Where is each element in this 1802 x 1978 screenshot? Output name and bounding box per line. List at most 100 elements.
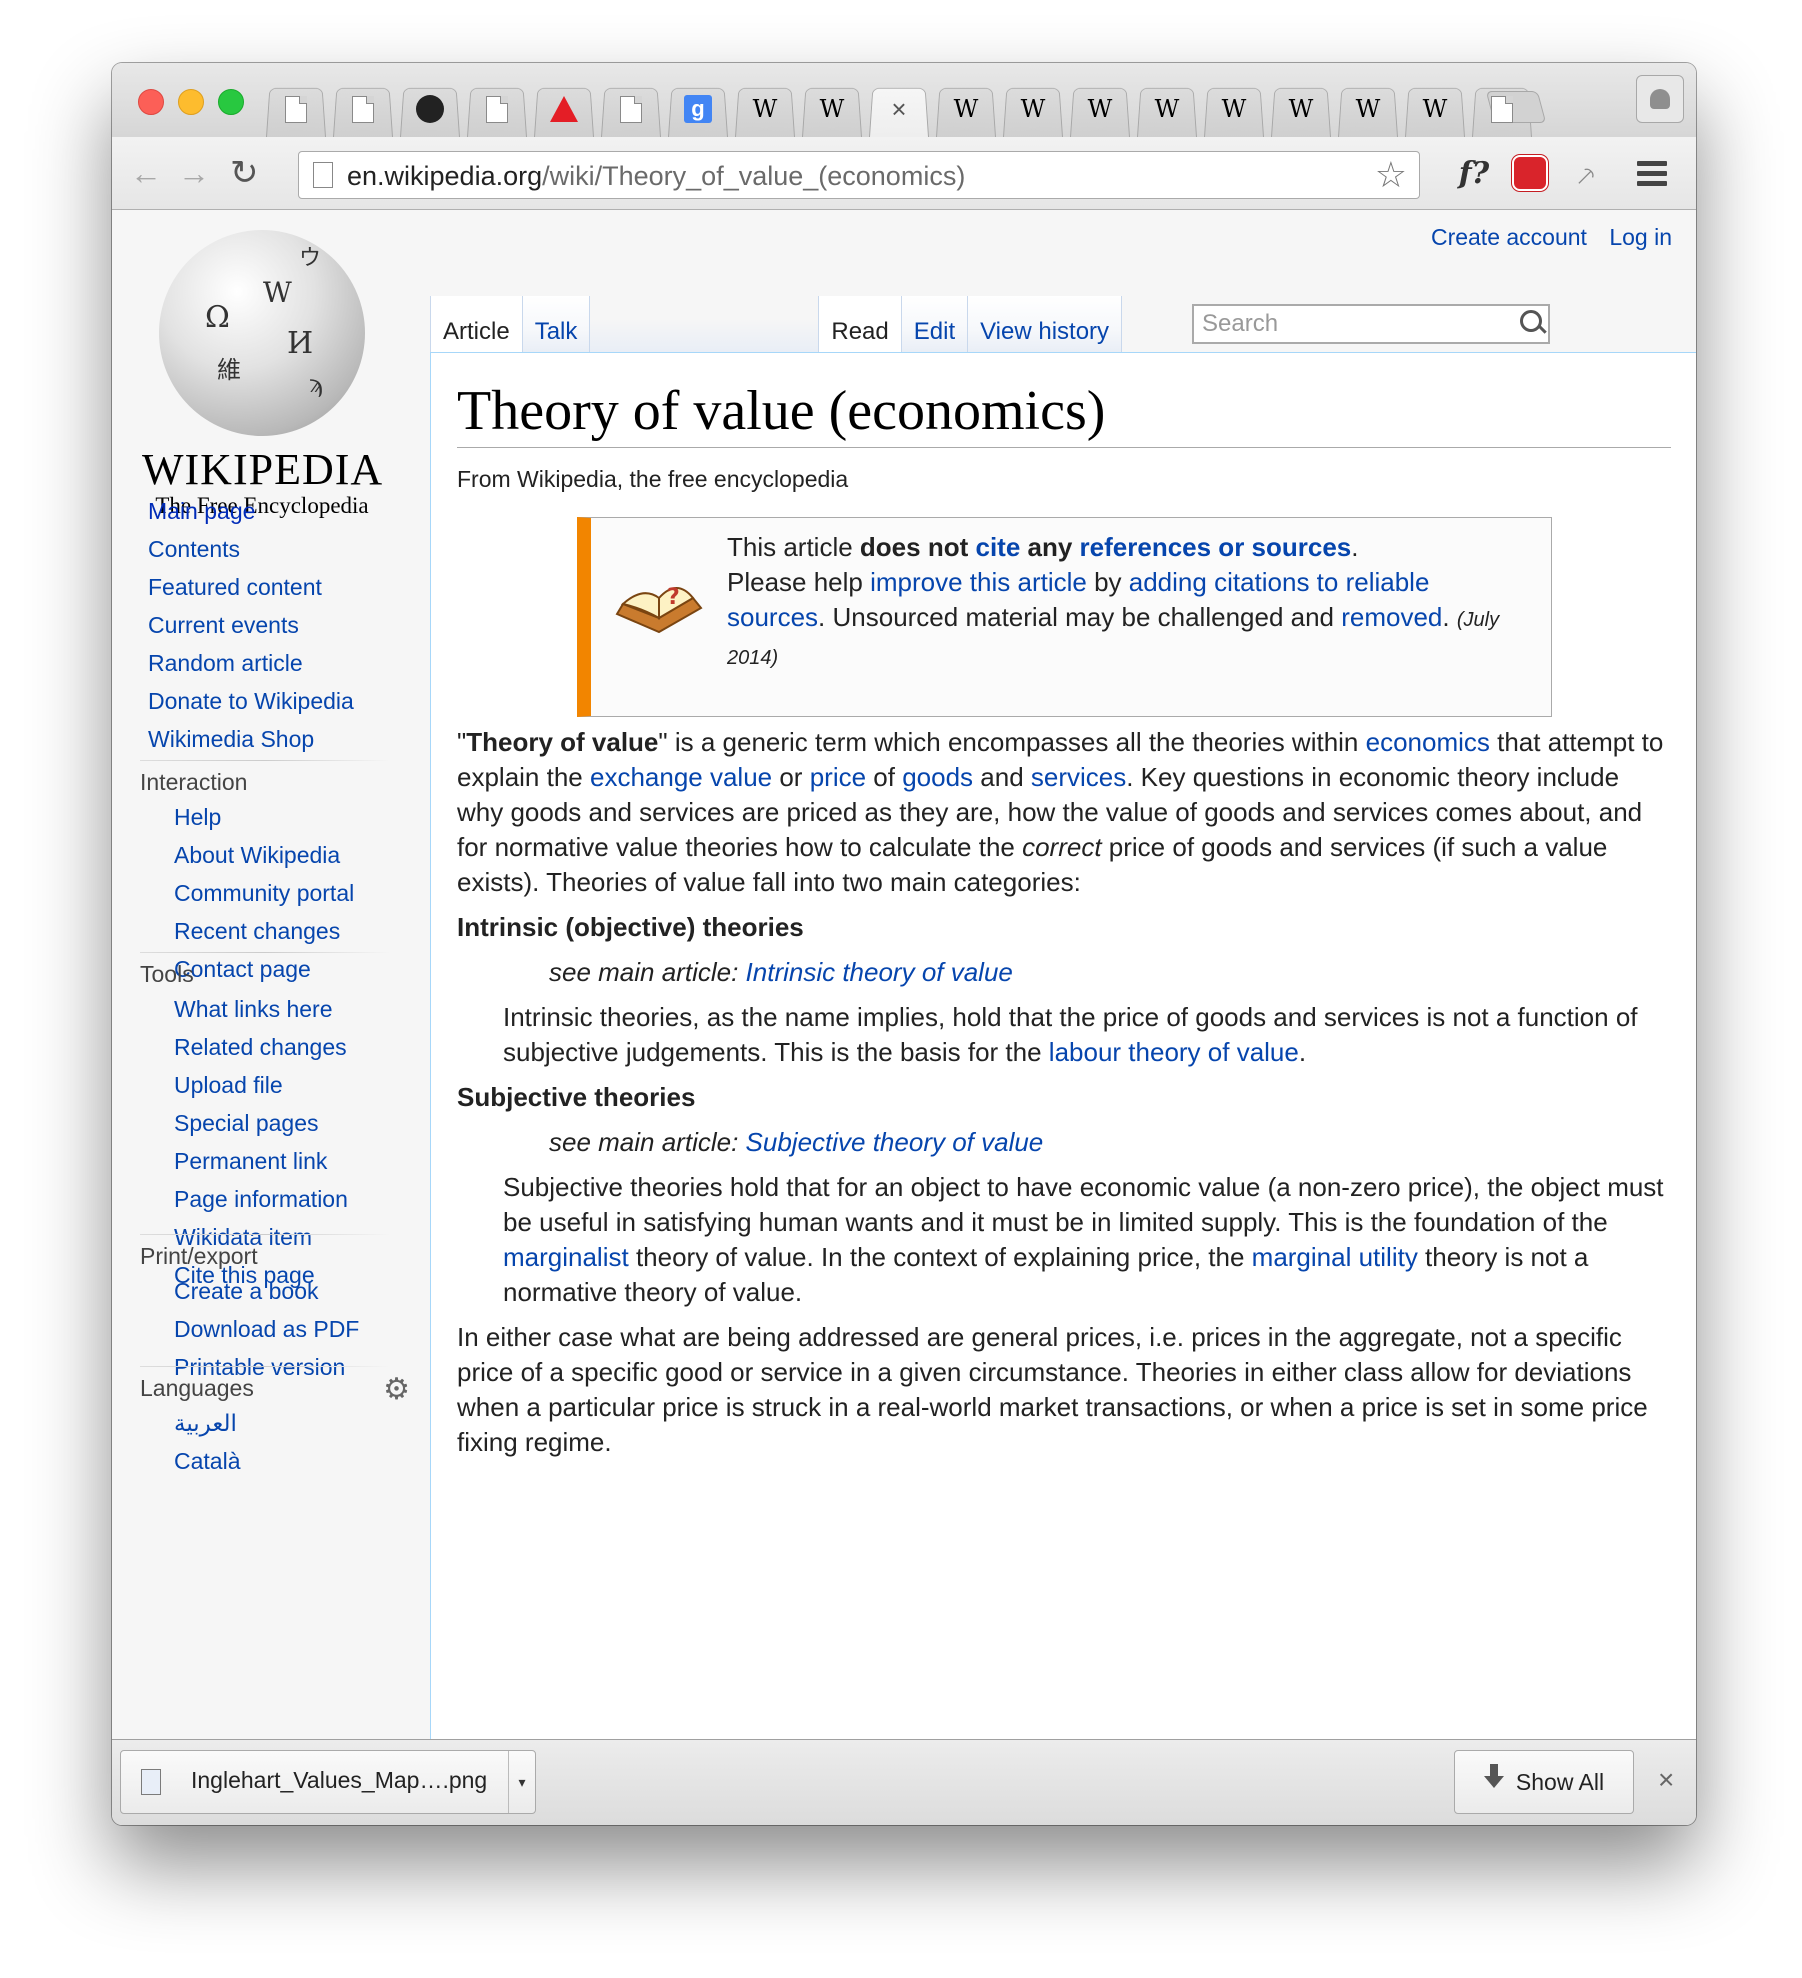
search-input[interactable] [1194, 306, 1510, 342]
sidebar-languages: Languages ⚙ العربية Català [140, 1366, 410, 1480]
forward-button[interactable]: → [178, 155, 210, 191]
browser-tab[interactable] [262, 81, 330, 137]
browser-tab[interactable]: W [798, 81, 866, 137]
sidebar-item-create-a-book[interactable]: Create a book [174, 1272, 410, 1310]
page-icon [617, 95, 645, 123]
close-icon[interactable]: × [1658, 1764, 1674, 1796]
sidebar-item-current-events[interactable]: Current events [148, 606, 410, 644]
divider [140, 760, 390, 761]
removed-link[interactable]: removed [1341, 602, 1442, 632]
profile-button[interactable] [1636, 75, 1684, 123]
sidebar-item-special-pages[interactable]: Special pages [174, 1104, 410, 1142]
sidebar-item-community-portal[interactable]: Community portal [174, 874, 410, 912]
download-menu-caret-icon[interactable]: ▾ [508, 1751, 535, 1813]
wikipedia-icon: W [1421, 95, 1449, 123]
sidebar-item-download-as-pdf[interactable]: Download as PDF [174, 1310, 410, 1348]
github-icon-glyph [416, 95, 444, 123]
improve-article-link[interactable]: improve this article [870, 567, 1087, 597]
reload-button[interactable]: ↻ [230, 155, 259, 191]
download-item[interactable]: Inglehart_Values_Map….png ▾ [120, 1750, 536, 1814]
browser-tab[interactable]: W [1401, 81, 1469, 137]
services-link[interactable]: services [1031, 762, 1126, 792]
back-button[interactable]: ← [130, 155, 162, 191]
address-bar[interactable]: en.wikipedia.org/wiki/Theory_of_value_(e… [298, 151, 1420, 199]
price-link[interactable]: price [810, 762, 866, 792]
zoom-window-button[interactable] [218, 89, 244, 115]
sidebar-item-random-article[interactable]: Random article [148, 644, 410, 682]
language-link-catal[interactable]: Català [174, 1442, 410, 1480]
labour-theory-link[interactable]: labour theory of value [1049, 1037, 1299, 1067]
wikipedia-icon: W [1287, 95, 1315, 123]
browser-tab[interactable]: g [664, 81, 732, 137]
show-all-button[interactable]: Show All [1454, 1750, 1634, 1814]
wikipedia-icon: W [1153, 95, 1181, 123]
browser-tab[interactable]: W [731, 81, 799, 137]
sidebar-item-recent-changes[interactable]: Recent changes [174, 912, 410, 950]
pickaxe-icon[interactable]: ⸕ [1564, 151, 1608, 195]
sidebar-item-what-links-here[interactable]: What links here [174, 990, 410, 1028]
sidebar-item-wikimedia-shop[interactable]: Wikimedia Shop [148, 720, 410, 758]
browser-tab[interactable] [530, 81, 598, 137]
browser-tab[interactable]: W [1200, 81, 1268, 137]
exchange-value-link[interactable]: exchange value [590, 762, 772, 792]
page-icon-glyph [1491, 95, 1513, 123]
browser-tab[interactable]: W [932, 81, 1000, 137]
wikipedia-logo[interactable]: Ω W И 維 ウ ϡ WIKIPEDIA The Free Encyclope… [142, 230, 382, 519]
goods-link[interactable]: goods [902, 762, 973, 792]
intrinsic-paragraph: Intrinsic theories, as the name implies,… [503, 1000, 1671, 1070]
log-in-link[interactable]: Log in [1609, 224, 1672, 250]
browser-tab[interactable] [597, 81, 665, 137]
browser-tab[interactable] [329, 81, 397, 137]
marginal-utility-link[interactable]: marginal utility [1252, 1242, 1418, 1272]
subjective-theory-link[interactable]: Subjective theory of value [746, 1127, 1044, 1157]
economics-link[interactable]: economics [1366, 727, 1490, 757]
page-icon-glyph [285, 95, 307, 123]
search-icon[interactable] [1520, 310, 1542, 332]
text-part: " [457, 727, 467, 757]
browser-tab[interactable]: W [1133, 81, 1201, 137]
gear-icon[interactable]: ⚙ [383, 1372, 410, 1407]
sidebar-item-featured-content[interactable]: Featured content [148, 568, 410, 606]
browser-tab[interactable] [396, 81, 464, 137]
minimize-window-button[interactable] [178, 89, 204, 115]
sidebar-item-contents[interactable]: Contents [148, 530, 410, 568]
language-link-item-0[interactable]: العربية [174, 1404, 410, 1442]
close-window-button[interactable] [138, 89, 164, 115]
browser-tab[interactable]: W [1267, 81, 1335, 137]
tab-talk[interactable]: Talk [522, 296, 591, 352]
wikipedia-icon-glyph: W [819, 95, 845, 123]
adblock-stop-icon[interactable] [1510, 151, 1550, 195]
url-text[interactable]: en.wikipedia.org/wiki/Theory_of_value_(e… [347, 161, 965, 192]
sidebar-item-page-information[interactable]: Page information [174, 1180, 410, 1218]
text-part: of [866, 762, 903, 792]
bookmark-star-icon[interactable]: ☆ [1375, 154, 1407, 196]
close-icon[interactable]: × [885, 94, 913, 124]
tab-edit[interactable]: Edit [901, 296, 969, 352]
browser-tab[interactable]: W [1334, 81, 1402, 137]
references-link[interactable]: references or sources [1080, 532, 1352, 562]
tab-article[interactable]: Article [430, 296, 523, 352]
sidebar-item-main-page[interactable]: Main page [148, 492, 410, 530]
see-main-article: see main article: Intrinsic theory of va… [549, 955, 1671, 990]
browser-tab[interactable]: W [999, 81, 1067, 137]
wikipedia-icon: W [1220, 95, 1248, 123]
ext-f-button[interactable]: f? [1452, 151, 1496, 195]
unreferenced-notice: ? This article does not cite any referen… [577, 517, 1552, 717]
tab-read[interactable]: Read [819, 296, 902, 352]
tab-view-history[interactable]: View history [968, 296, 1123, 352]
cite-link[interactable]: cite [975, 532, 1020, 562]
sidebar-item-help[interactable]: Help [174, 798, 410, 836]
sidebar-item-about-wikipedia[interactable]: About Wikipedia [174, 836, 410, 874]
tab-active[interactable]: × [865, 81, 933, 137]
print-list: Create a book Download as PDF Printable ve… [174, 1272, 410, 1386]
browser-tab[interactable] [463, 81, 531, 137]
sidebar-item-related-changes[interactable]: Related changes [174, 1028, 410, 1066]
marginalist-link[interactable]: marginalist [503, 1242, 629, 1272]
create-account-link[interactable]: Create account [1431, 224, 1587, 250]
sidebar-item-donate-to-wikipedia[interactable]: Donate to Wikipedia [148, 682, 410, 720]
sidebar-item-upload-file[interactable]: Upload file [174, 1066, 410, 1104]
menu-icon[interactable] [1632, 151, 1672, 195]
sidebar-item-permanent-link[interactable]: Permanent link [174, 1142, 410, 1180]
intrinsic-theory-link[interactable]: Intrinsic theory of value [746, 957, 1013, 987]
browser-tab[interactable]: W [1066, 81, 1134, 137]
